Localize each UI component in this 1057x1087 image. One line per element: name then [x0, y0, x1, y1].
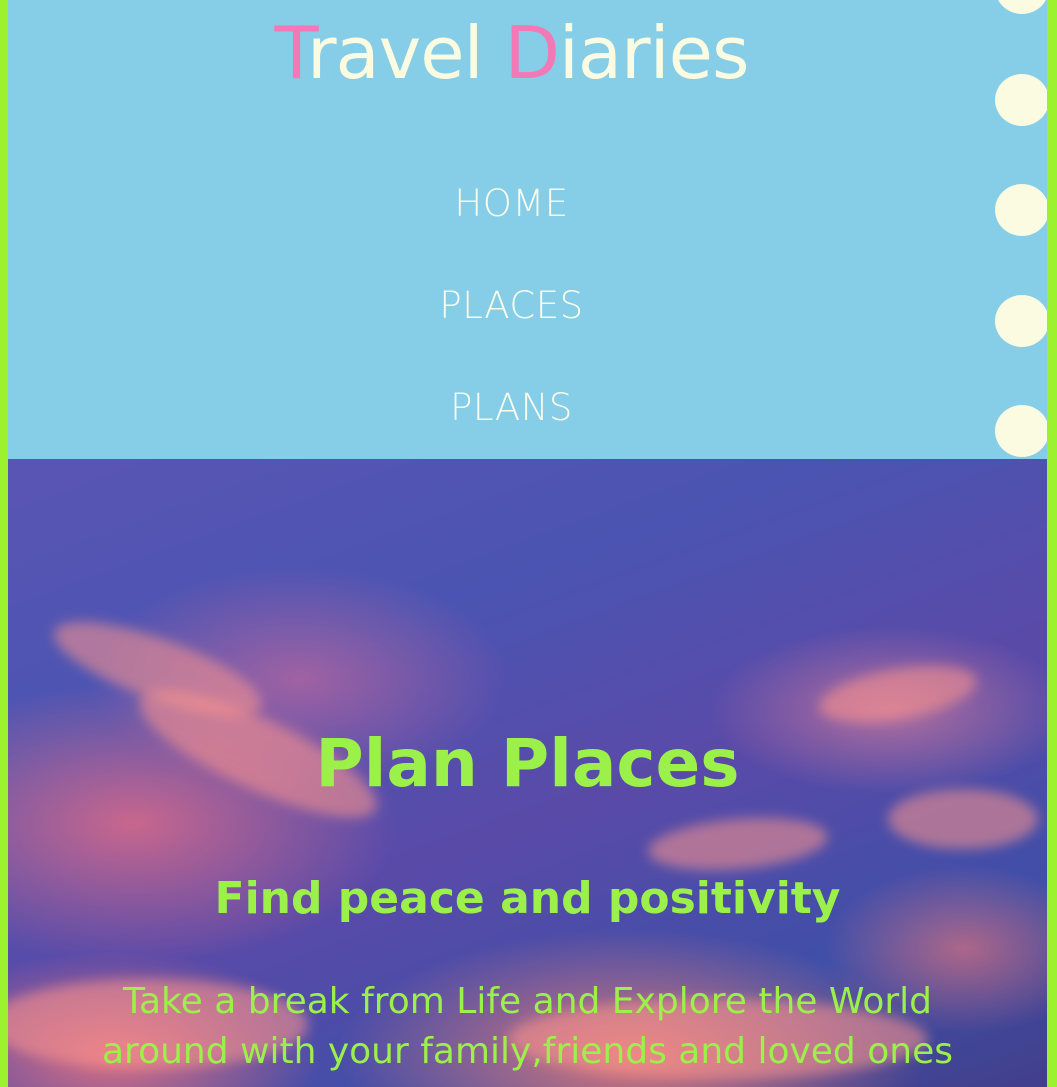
hero-section: Plan Places Find peace and positivity Ta… [8, 459, 1047, 1087]
hero-text: Take a break from Life and Explore the W… [102, 981, 953, 1072]
title-initial-d: D [504, 11, 559, 95]
title-rest-2: iaries [558, 11, 750, 95]
cloud-decoration [646, 811, 830, 877]
title-rest-1: ravel [306, 11, 484, 95]
decorative-dots [995, 0, 1047, 459]
hero-subtitle: Find peace and positivity [214, 873, 841, 924]
nav-item-home[interactable]: HOME [8, 178, 1015, 280]
title-initial-t: T [274, 11, 308, 95]
cloud-decoration [814, 655, 982, 733]
site-header: Travel Diaries HOME PLACES PLANS [8, 0, 1047, 459]
page-frame: Travel Diaries HOME PLACES PLANS Plan Pl… [8, 0, 1047, 1087]
dot-decoration [995, 405, 1047, 457]
site-title: Travel Diaries [8, 12, 1015, 94]
hero-title: Plan Places [315, 725, 740, 802]
dot-decoration [995, 184, 1047, 236]
dot-decoration [995, 295, 1047, 347]
nav-item-places[interactable]: PLACES [8, 280, 1015, 382]
dot-decoration [995, 74, 1047, 126]
dot-decoration [995, 0, 1047, 14]
main-nav: HOME PLACES PLANS [8, 178, 1015, 484]
